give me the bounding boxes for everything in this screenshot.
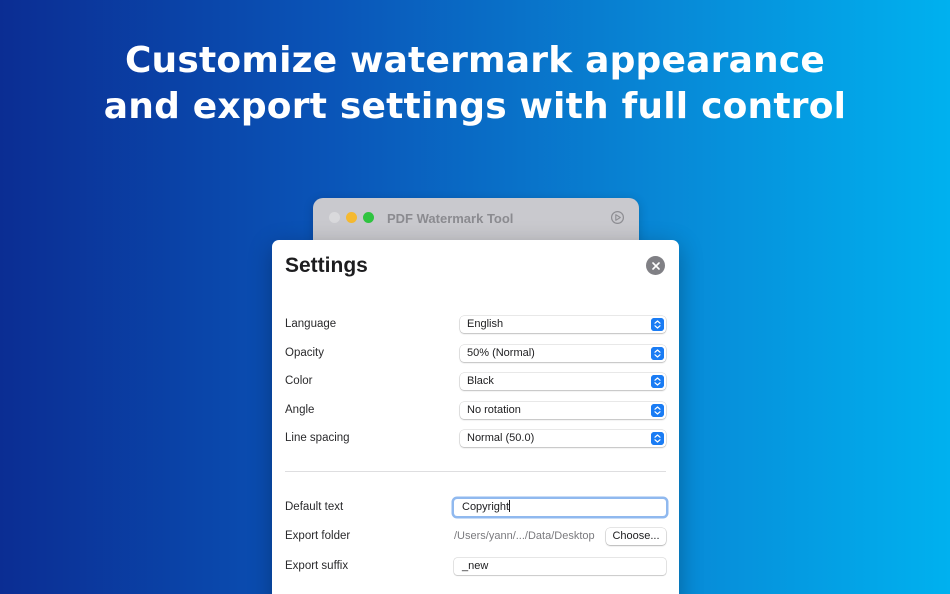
close-window-button[interactable] <box>329 212 340 223</box>
export-folder-path: /Users/yann/.../Data/Desktop <box>454 530 595 542</box>
line-spacing-value: Normal (50.0) <box>467 431 535 444</box>
chevron-updown-icon <box>651 317 664 331</box>
close-icon <box>651 261 660 270</box>
language-value: English <box>467 317 504 330</box>
headline-line-1: Customize watermark appearance <box>124 40 826 81</box>
close-settings-button[interactable] <box>646 256 665 275</box>
angle-value: No rotation <box>467 403 521 416</box>
default-text-label: Default text <box>285 501 344 513</box>
headline-line-2: and export settings with full control <box>103 86 847 127</box>
color-select[interactable]: Black <box>460 372 666 390</box>
opacity-row: Opacity 50% (Normal) <box>285 342 666 364</box>
chevron-updown-icon <box>651 346 664 360</box>
export-suffix-label: Export suffix <box>285 560 349 572</box>
opacity-select[interactable]: 50% (Normal) <box>460 344 666 362</box>
language-row: Language English <box>285 313 666 335</box>
line-spacing-row: Line spacing Normal (50.0) <box>285 427 666 449</box>
settings-sheet: Settings Language English Opacity 50% (N… <box>272 240 679 594</box>
chevron-updown-icon <box>651 403 664 417</box>
minimize-window-button[interactable] <box>346 212 357 223</box>
marketing-headline: Customize watermark appearance and expor… <box>0 38 950 130</box>
settings-title: Settings <box>285 254 368 277</box>
angle-label: Angle <box>285 404 315 416</box>
line-spacing-label: Line spacing <box>285 432 350 444</box>
settings-gear-icon[interactable] <box>610 210 625 225</box>
window-title: PDF Watermark Tool <box>387 211 514 226</box>
export-suffix-input[interactable]: _new <box>454 557 666 575</box>
chevron-updown-icon <box>651 431 664 445</box>
zoom-window-button[interactable] <box>363 212 374 223</box>
default-text-row: Default text Copyright <box>285 496 666 518</box>
export-suffix-row: Export suffix _new <box>285 555 666 577</box>
angle-select[interactable]: No rotation <box>460 401 666 419</box>
color-label: Color <box>285 375 313 387</box>
language-label: Language <box>285 318 337 330</box>
color-value: Black <box>467 374 494 387</box>
section-divider <box>285 471 666 472</box>
chevron-updown-icon <box>651 374 664 388</box>
text-caret <box>509 499 511 512</box>
choose-folder-button[interactable]: Choose... <box>606 527 666 545</box>
color-row: Color Black <box>285 370 666 392</box>
export-suffix-value: _new <box>462 559 489 572</box>
opacity-value: 50% (Normal) <box>467 346 535 359</box>
window-controls <box>329 212 374 223</box>
opacity-label: Opacity <box>285 347 324 359</box>
default-text-value: Copyright <box>462 500 510 513</box>
angle-row: Angle No rotation <box>285 399 666 421</box>
line-spacing-select[interactable]: Normal (50.0) <box>460 429 666 447</box>
export-folder-row: Export folder /Users/yann/.../Data/Deskt… <box>285 525 666 547</box>
default-text-input[interactable]: Copyright <box>454 498 666 516</box>
language-select[interactable]: English <box>460 315 666 333</box>
export-folder-label: Export folder <box>285 530 351 542</box>
